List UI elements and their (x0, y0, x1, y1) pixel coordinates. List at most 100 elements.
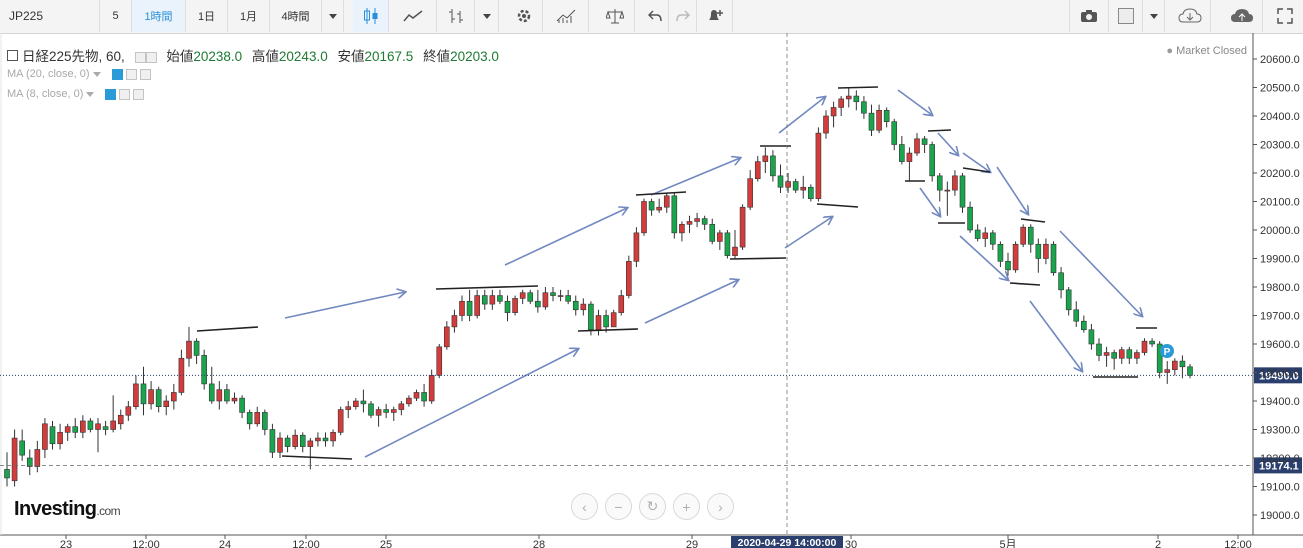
candle-body (1118, 349, 1125, 359)
candle-body (299, 434, 306, 447)
candle (383, 403, 389, 419)
trend-arrow (284, 292, 405, 319)
interval-dropdown-icon[interactable] (322, 0, 344, 32)
candle (497, 289, 503, 305)
candle-body (997, 243, 1004, 262)
compare-icon[interactable] (595, 0, 635, 32)
candle-body (808, 186, 814, 199)
visibility-icon[interactable] (134, 51, 146, 63)
candle-body (57, 432, 63, 445)
candle-body (504, 300, 511, 313)
candle-body (739, 206, 746, 248)
candle (686, 215, 693, 233)
ma20-legend[interactable]: MA (20, close, 0) (7, 68, 151, 80)
candle (186, 326, 192, 367)
swatch-dropdown-icon[interactable] (1143, 0, 1165, 32)
candle-body (133, 383, 139, 407)
x-tick-label: 12:00 (132, 539, 160, 548)
cloud-download-icon[interactable] (1169, 0, 1211, 32)
candle-body (444, 326, 450, 348)
candle-body (952, 175, 958, 191)
candle-body (770, 155, 776, 177)
fullscreen-icon[interactable] (1267, 0, 1303, 32)
y-tick-label: 19800.0 (1260, 282, 1300, 294)
candle-body (239, 397, 245, 413)
x-tick-label: 12:00 (292, 539, 320, 548)
candle (1164, 361, 1171, 384)
ma8-visibility-icon[interactable] (105, 88, 117, 100)
candle-body (550, 292, 556, 296)
candle (1081, 315, 1087, 333)
candle-body (572, 300, 579, 311)
ma8-settings-icon[interactable] (119, 88, 131, 100)
undo-icon[interactable] (641, 0, 669, 32)
y-tick-label: 19600.0 (1260, 339, 1300, 351)
ma8-legend[interactable]: MA (8, close, 0) (7, 88, 145, 100)
candle-body (747, 178, 753, 208)
position-marker-label: P (1164, 347, 1171, 358)
collapse-icon[interactable] (7, 50, 18, 61)
candles-icon[interactable] (353, 0, 389, 32)
settings-mini-icon[interactable] (145, 51, 157, 63)
reset-button[interactable]: ↻ (639, 493, 666, 520)
candle (785, 173, 791, 193)
redo-icon[interactable] (669, 0, 697, 32)
ma20-dropdown-icon[interactable] (92, 71, 101, 77)
candle-body (474, 295, 480, 316)
indicators-icon[interactable] (543, 0, 589, 32)
candle-body (489, 295, 496, 305)
candle (694, 212, 700, 228)
candle-body (967, 206, 973, 231)
candle (406, 395, 412, 407)
camera-icon[interactable] (1069, 0, 1109, 32)
candle (451, 309, 458, 333)
zoom-out-button[interactable]: − (605, 493, 632, 520)
symbol-field[interactable]: JP225 (0, 0, 100, 32)
x-tick-label: 23 (60, 539, 72, 548)
ma8-dropdown-icon[interactable] (86, 91, 95, 97)
interval-1h-button[interactable]: 1時間 (132, 0, 186, 32)
candle (648, 198, 655, 216)
ma20-close-icon[interactable] (139, 68, 151, 80)
chart-area[interactable]: 19490.019174.1P 20600.020500.020400.0203… (0, 33, 1303, 548)
ma20-settings-icon[interactable] (125, 68, 137, 80)
candle (64, 423, 71, 441)
candle-body (1020, 226, 1026, 245)
area-chart-icon[interactable] (389, 0, 437, 32)
scroll-right-button[interactable]: › (707, 493, 734, 520)
candle-body (451, 315, 458, 328)
candle-body (512, 298, 518, 313)
candle-body (1126, 349, 1133, 359)
candle (709, 218, 716, 245)
candle (679, 221, 685, 242)
ma8-label: MA (8, close, 0) (7, 88, 84, 100)
open-value: 20238.0 (193, 49, 243, 64)
interval-1d-button[interactable]: 1日 (186, 0, 228, 32)
candle (345, 401, 352, 419)
candle (444, 321, 450, 350)
ma20-visibility-icon[interactable] (111, 68, 123, 80)
candle (292, 429, 298, 450)
candle-body (557, 295, 564, 297)
candle-body (959, 175, 966, 208)
zoom-in-button[interactable]: + (673, 493, 700, 520)
interval-1m-button[interactable]: 1月 (228, 0, 270, 32)
interval-4h-button[interactable]: 4時間 (270, 0, 322, 32)
candle (633, 227, 640, 268)
color-swatch-icon[interactable] (1109, 0, 1143, 32)
symbol-title: 日経225先物, 60, (22, 49, 125, 64)
ma8-close-icon[interactable] (133, 88, 145, 100)
bars-icon[interactable] (437, 0, 475, 32)
candle-body (330, 432, 336, 442)
y-tick-label: 20200.0 (1260, 168, 1300, 180)
candle (1012, 241, 1019, 273)
alert-icon[interactable] (697, 0, 733, 32)
cloud-upload-icon[interactable] (1221, 0, 1263, 32)
scroll-left-button[interactable]: ‹ (571, 493, 598, 520)
interval-input[interactable]: 5 (100, 0, 132, 32)
candle-body (72, 426, 79, 433)
settings-icon[interactable] (505, 0, 543, 32)
chart-type-dropdown-icon[interactable] (475, 0, 499, 32)
candle-body (724, 232, 731, 256)
candle (542, 287, 549, 310)
